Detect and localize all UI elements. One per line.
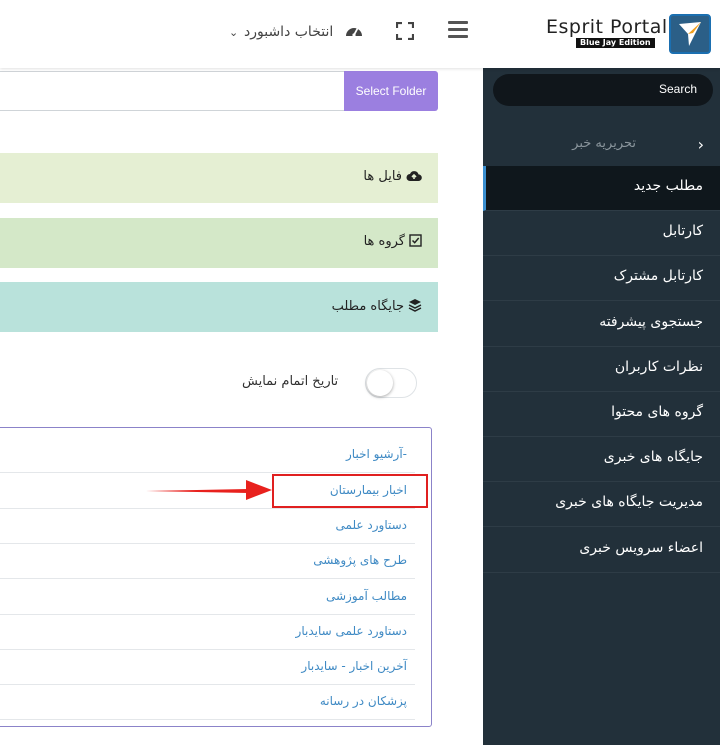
- select-folder-button[interactable]: Select Folder: [344, 71, 438, 111]
- annotation-arrow-icon: [146, 480, 272, 500]
- end-date-toggle[interactable]: [365, 368, 417, 398]
- files-panel-title: فایل ها: [363, 169, 422, 184]
- sidebar-item-label: مدیریت جایگاه های خبری: [555, 494, 703, 510]
- cloud-upload-icon: [406, 171, 422, 181]
- sidebar-item-label: جستجوی پیشرفته: [599, 314, 703, 330]
- sidebar-item-label: اعضاء سرویس خبری: [579, 540, 703, 556]
- sidebar-item-label: نظرات کاربران: [614, 359, 703, 375]
- sidebar-item-inbox[interactable]: کارتابل: [483, 211, 720, 256]
- toggle-knob: [367, 370, 393, 396]
- sidebar-group-newsroom[interactable]: تحریریه خبر ›: [483, 126, 720, 166]
- fullscreen-icon[interactable]: [396, 22, 414, 40]
- app-root: Select Folder فایل ها گروه ها جایگاه مطل…: [0, 0, 720, 745]
- list-item-label: دستاورد علمی سایدبار: [295, 624, 407, 638]
- placement-panel-title: جایگاه مطلب: [332, 298, 422, 314]
- sidebar-item-news-placements[interactable]: جایگاه های خبری: [483, 437, 720, 482]
- sidebar-item-label: مطلب جدید: [633, 178, 703, 194]
- files-panel-label: فایل ها: [363, 169, 402, 184]
- annotation-highlight-box: [272, 474, 428, 508]
- checkbox-icon: [409, 234, 422, 247]
- groups-panel-title: گروه ها: [364, 234, 422, 249]
- files-panel[interactable]: فایل ها: [0, 153, 438, 203]
- list-item-label: طرح های پژوهشی: [313, 553, 407, 567]
- sidebar-item-content-groups[interactable]: گروه های محتوا: [483, 392, 720, 437]
- list-item[interactable]: آخرین اخبار - سایدبار: [0, 650, 415, 685]
- placement-panel[interactable]: جایگاه مطلب: [0, 282, 438, 332]
- list-item-label: دستاورد علمی: [335, 518, 408, 532]
- folder-path-input[interactable]: [0, 71, 346, 111]
- groups-panel-label: گروه ها: [363, 234, 405, 249]
- chevron-down-icon[interactable]: ⌄: [229, 26, 238, 39]
- list-item[interactable]: طرح های پژوهشی: [0, 544, 415, 579]
- list-item[interactable]: -آرشیو اخبار: [0, 438, 415, 473]
- sidebar-item-label: کارتابل: [662, 223, 703, 239]
- sidebar-item-service-members[interactable]: اعضاء سرویس خبری: [483, 528, 720, 573]
- logo-subtitle: Blue Jay Edition: [576, 38, 655, 48]
- placement-list[interactable]: -آرشیو اخبار اخبار بیمارستان دستاورد علم…: [0, 427, 432, 727]
- logo-icon: [669, 14, 711, 54]
- sidebar-item-user-comments[interactable]: نظرات کاربران: [483, 347, 720, 392]
- chevron-left-icon: ›: [697, 135, 704, 154]
- list-item[interactable]: دستاورد علمی: [0, 509, 415, 544]
- logo-title: Esprit Portal: [546, 16, 668, 38]
- list-item-label: مطالب آموزشی: [326, 589, 407, 603]
- dashboard-select[interactable]: انتخاب داشبورد: [244, 24, 333, 40]
- sidebar-item-label: جایگاه های خبری: [603, 449, 703, 465]
- sidebar-item-advanced-search[interactable]: جستجوی پیشرفته: [483, 302, 720, 347]
- sidebar-item-label: کارتابل مشترک: [613, 268, 703, 284]
- list-item-label: آخرین اخبار - سایدبار: [301, 659, 407, 673]
- list-item[interactable]: مطالب آموزشی: [0, 580, 415, 615]
- list-item-label: -آرشیو اخبار: [346, 447, 407, 461]
- list-item[interactable]: پزشکان در رسانه: [0, 685, 415, 720]
- layers-icon: [408, 299, 422, 312]
- sidebar-search-input[interactable]: Search: [493, 74, 713, 106]
- groups-panel[interactable]: گروه ها: [0, 218, 438, 268]
- search-label: Search: [658, 82, 697, 96]
- sidebar-item-new-post[interactable]: مطلب جدید: [483, 166, 720, 211]
- top-header: Esprit Portal Blue Jay Edition انتخاب دا…: [0, 0, 720, 68]
- sidebar-item-manage-placements[interactable]: مدیریت جایگاه های خبری: [483, 482, 720, 527]
- dashboard-gauge-icon: [346, 28, 362, 37]
- sidebar-item-shared-inbox[interactable]: کارتابل مشترک: [483, 256, 720, 301]
- sidebar-item-label: گروه های محتوا: [611, 404, 703, 420]
- placement-panel-label: جایگاه مطلب: [331, 299, 404, 314]
- end-date-toggle-label: تاریخ اتمام نمایش: [242, 374, 339, 389]
- hamburger-icon[interactable]: [448, 21, 470, 39]
- list-item[interactable]: دستاورد علمی سایدبار: [0, 615, 415, 650]
- sidebar-group-label: تحریریه خبر: [572, 136, 636, 151]
- list-item-label: پزشکان در رسانه: [319, 694, 407, 708]
